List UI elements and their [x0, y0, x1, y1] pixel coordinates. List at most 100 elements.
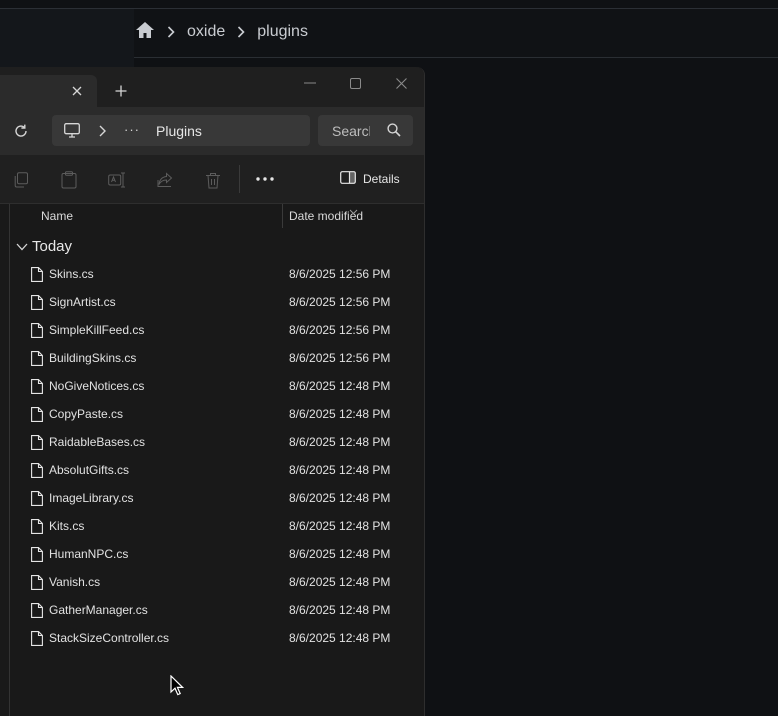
file-name: NoGiveNotices.cs: [49, 379, 145, 393]
home-icon[interactable]: [135, 21, 155, 44]
breadcrumb-plugins[interactable]: plugins: [257, 23, 308, 41]
monitor-icon[interactable]: [64, 123, 80, 143]
maximize-icon[interactable]: [339, 75, 371, 91]
search-box[interactable]: Search: [318, 115, 413, 146]
file-icon: [31, 547, 43, 567]
details-pane-icon: [340, 171, 356, 187]
file-date-modified: 8/6/2025 12:56 PM: [289, 323, 391, 337]
file-icon: [31, 491, 43, 511]
copy-icon[interactable]: [12, 171, 30, 189]
file-row[interactable]: SignArtist.cs 8/6/2025 12:56 PM: [0, 288, 424, 316]
file-row[interactable]: NoGiveNotices.cs 8/6/2025 12:48 PM: [0, 372, 424, 400]
file-row[interactable]: StackSizeController.cs 8/6/2025 12:48 PM: [0, 624, 424, 652]
file-list: Name Date modified Today Skins.cs 8/6/202…: [0, 204, 424, 716]
file-row[interactable]: ImageLibrary.cs 8/6/2025 12:48 PM: [0, 484, 424, 512]
file-icon: [31, 267, 43, 287]
file-icon: [31, 631, 43, 651]
minimize-icon[interactable]: [294, 75, 326, 91]
tab-strip: [0, 67, 424, 107]
details-pane-button[interactable]: Details: [340, 169, 400, 189]
chevron-right-icon[interactable]: [99, 124, 106, 142]
breadcrumb: oxide plugins: [135, 20, 308, 44]
chevron-down-icon[interactable]: [16, 238, 28, 255]
file-row[interactable]: Skins.cs 8/6/2025 12:56 PM: [0, 260, 424, 288]
file-date-modified: 8/6/2025 12:48 PM: [289, 407, 391, 421]
file-icon: [31, 519, 43, 539]
command-bar: Details: [0, 155, 424, 204]
file-row[interactable]: SimpleKillFeed.cs 8/6/2025 12:56 PM: [0, 316, 424, 344]
file-icon: [31, 603, 43, 623]
file-name: AbsolutGifts.cs: [49, 463, 130, 477]
file-row[interactable]: HumanNPC.cs 8/6/2025 12:48 PM: [0, 540, 424, 568]
file-row[interactable]: Vanish.cs 8/6/2025 12:48 PM: [0, 568, 424, 596]
file-name: HumanNPC.cs: [49, 547, 129, 561]
address-overflow-button[interactable]: ···: [124, 123, 140, 137]
delete-icon[interactable]: [204, 171, 222, 189]
file-explorer-window: ··· Plugins Search: [0, 67, 425, 716]
file-date-modified: 8/6/2025 12:48 PM: [289, 603, 391, 617]
close-icon[interactable]: [66, 83, 88, 99]
file-date-modified: 8/6/2025 12:48 PM: [289, 435, 391, 449]
file-date-modified: 8/6/2025 12:56 PM: [289, 267, 391, 281]
file-date-modified: 8/6/2025 12:48 PM: [289, 379, 391, 393]
file-date-modified: 8/6/2025 12:48 PM: [289, 575, 391, 589]
file-row[interactable]: AbsolutGifts.cs 8/6/2025 12:48 PM: [0, 456, 424, 484]
file-row[interactable]: Kits.cs 8/6/2025 12:48 PM: [0, 512, 424, 540]
paste-icon[interactable]: [60, 171, 78, 189]
details-label: Details: [363, 172, 400, 186]
file-date-modified: 8/6/2025 12:48 PM: [289, 547, 391, 561]
file-name: SimpleKillFeed.cs: [49, 323, 145, 337]
file-date-modified: 8/6/2025 12:48 PM: [289, 463, 391, 477]
file-icon: [31, 379, 43, 399]
file-name: GatherManager.cs: [49, 603, 148, 617]
navigation-bar: ··· Plugins Search: [0, 107, 424, 155]
file-row[interactable]: CopyPaste.cs 8/6/2025 12:48 PM: [0, 400, 424, 428]
file-date-modified: 8/6/2025 12:56 PM: [289, 351, 391, 365]
more-options-icon[interactable]: [254, 172, 276, 186]
file-row[interactable]: RaidableBases.cs 8/6/2025 12:48 PM: [0, 428, 424, 456]
group-label: Today: [32, 237, 73, 255]
plus-icon[interactable]: [109, 79, 133, 103]
file-icon: [31, 323, 43, 343]
sort-descending-icon: [349, 202, 358, 220]
search-placeholder: Search: [332, 123, 370, 139]
file-name: RaidableBases.cs: [49, 435, 146, 449]
file-row[interactable]: BuildingSkins.cs 8/6/2025 12:56 PM: [0, 344, 424, 372]
file-date-modified: 8/6/2025 12:56 PM: [289, 295, 391, 309]
file-icon: [31, 295, 43, 315]
refresh-icon[interactable]: [10, 121, 32, 141]
file-date-modified: 8/6/2025 12:48 PM: [289, 519, 391, 533]
file-name: Kits.cs: [49, 519, 85, 533]
share-icon[interactable]: [156, 171, 174, 189]
breadcrumb-oxide[interactable]: oxide: [187, 23, 225, 41]
file-icon: [31, 463, 43, 483]
file-name: StackSizeController.cs: [49, 631, 170, 645]
file-date-modified: 8/6/2025 12:48 PM: [289, 491, 391, 505]
column-headers: Name Date modified: [0, 204, 424, 228]
file-name: Skins.cs: [49, 267, 94, 281]
chevron-right-icon: [163, 24, 179, 40]
chevron-right-icon: [233, 24, 249, 40]
file-name: BuildingSkins.cs: [49, 351, 137, 365]
search-icon[interactable]: [387, 123, 401, 142]
file-icon: [31, 351, 43, 371]
tab-plugins[interactable]: [0, 75, 97, 107]
toolbar-divider: [239, 165, 240, 193]
file-name: CopyPaste.cs: [49, 407, 124, 421]
column-header-name[interactable]: Name: [41, 209, 73, 223]
close-icon[interactable]: [385, 75, 417, 91]
file-name: Vanish.cs: [49, 575, 101, 589]
file-icon: [31, 407, 43, 427]
column-resize-handle[interactable]: [282, 204, 283, 228]
file-date-modified: 8/6/2025 12:48 PM: [289, 631, 391, 645]
file-icon: [31, 435, 43, 455]
mouse-cursor-icon: [170, 674, 185, 702]
group-header-today[interactable]: Today: [16, 236, 72, 256]
rename-icon[interactable]: [108, 171, 126, 189]
file-name: ImageLibrary.cs: [49, 491, 134, 505]
file-row[interactable]: GatherManager.cs 8/6/2025 12:48 PM: [0, 596, 424, 624]
file-name: SignArtist.cs: [49, 295, 116, 309]
address-bar[interactable]: ··· Plugins: [52, 115, 310, 146]
address-current-folder[interactable]: Plugins: [156, 123, 202, 139]
file-icon: [31, 575, 43, 595]
